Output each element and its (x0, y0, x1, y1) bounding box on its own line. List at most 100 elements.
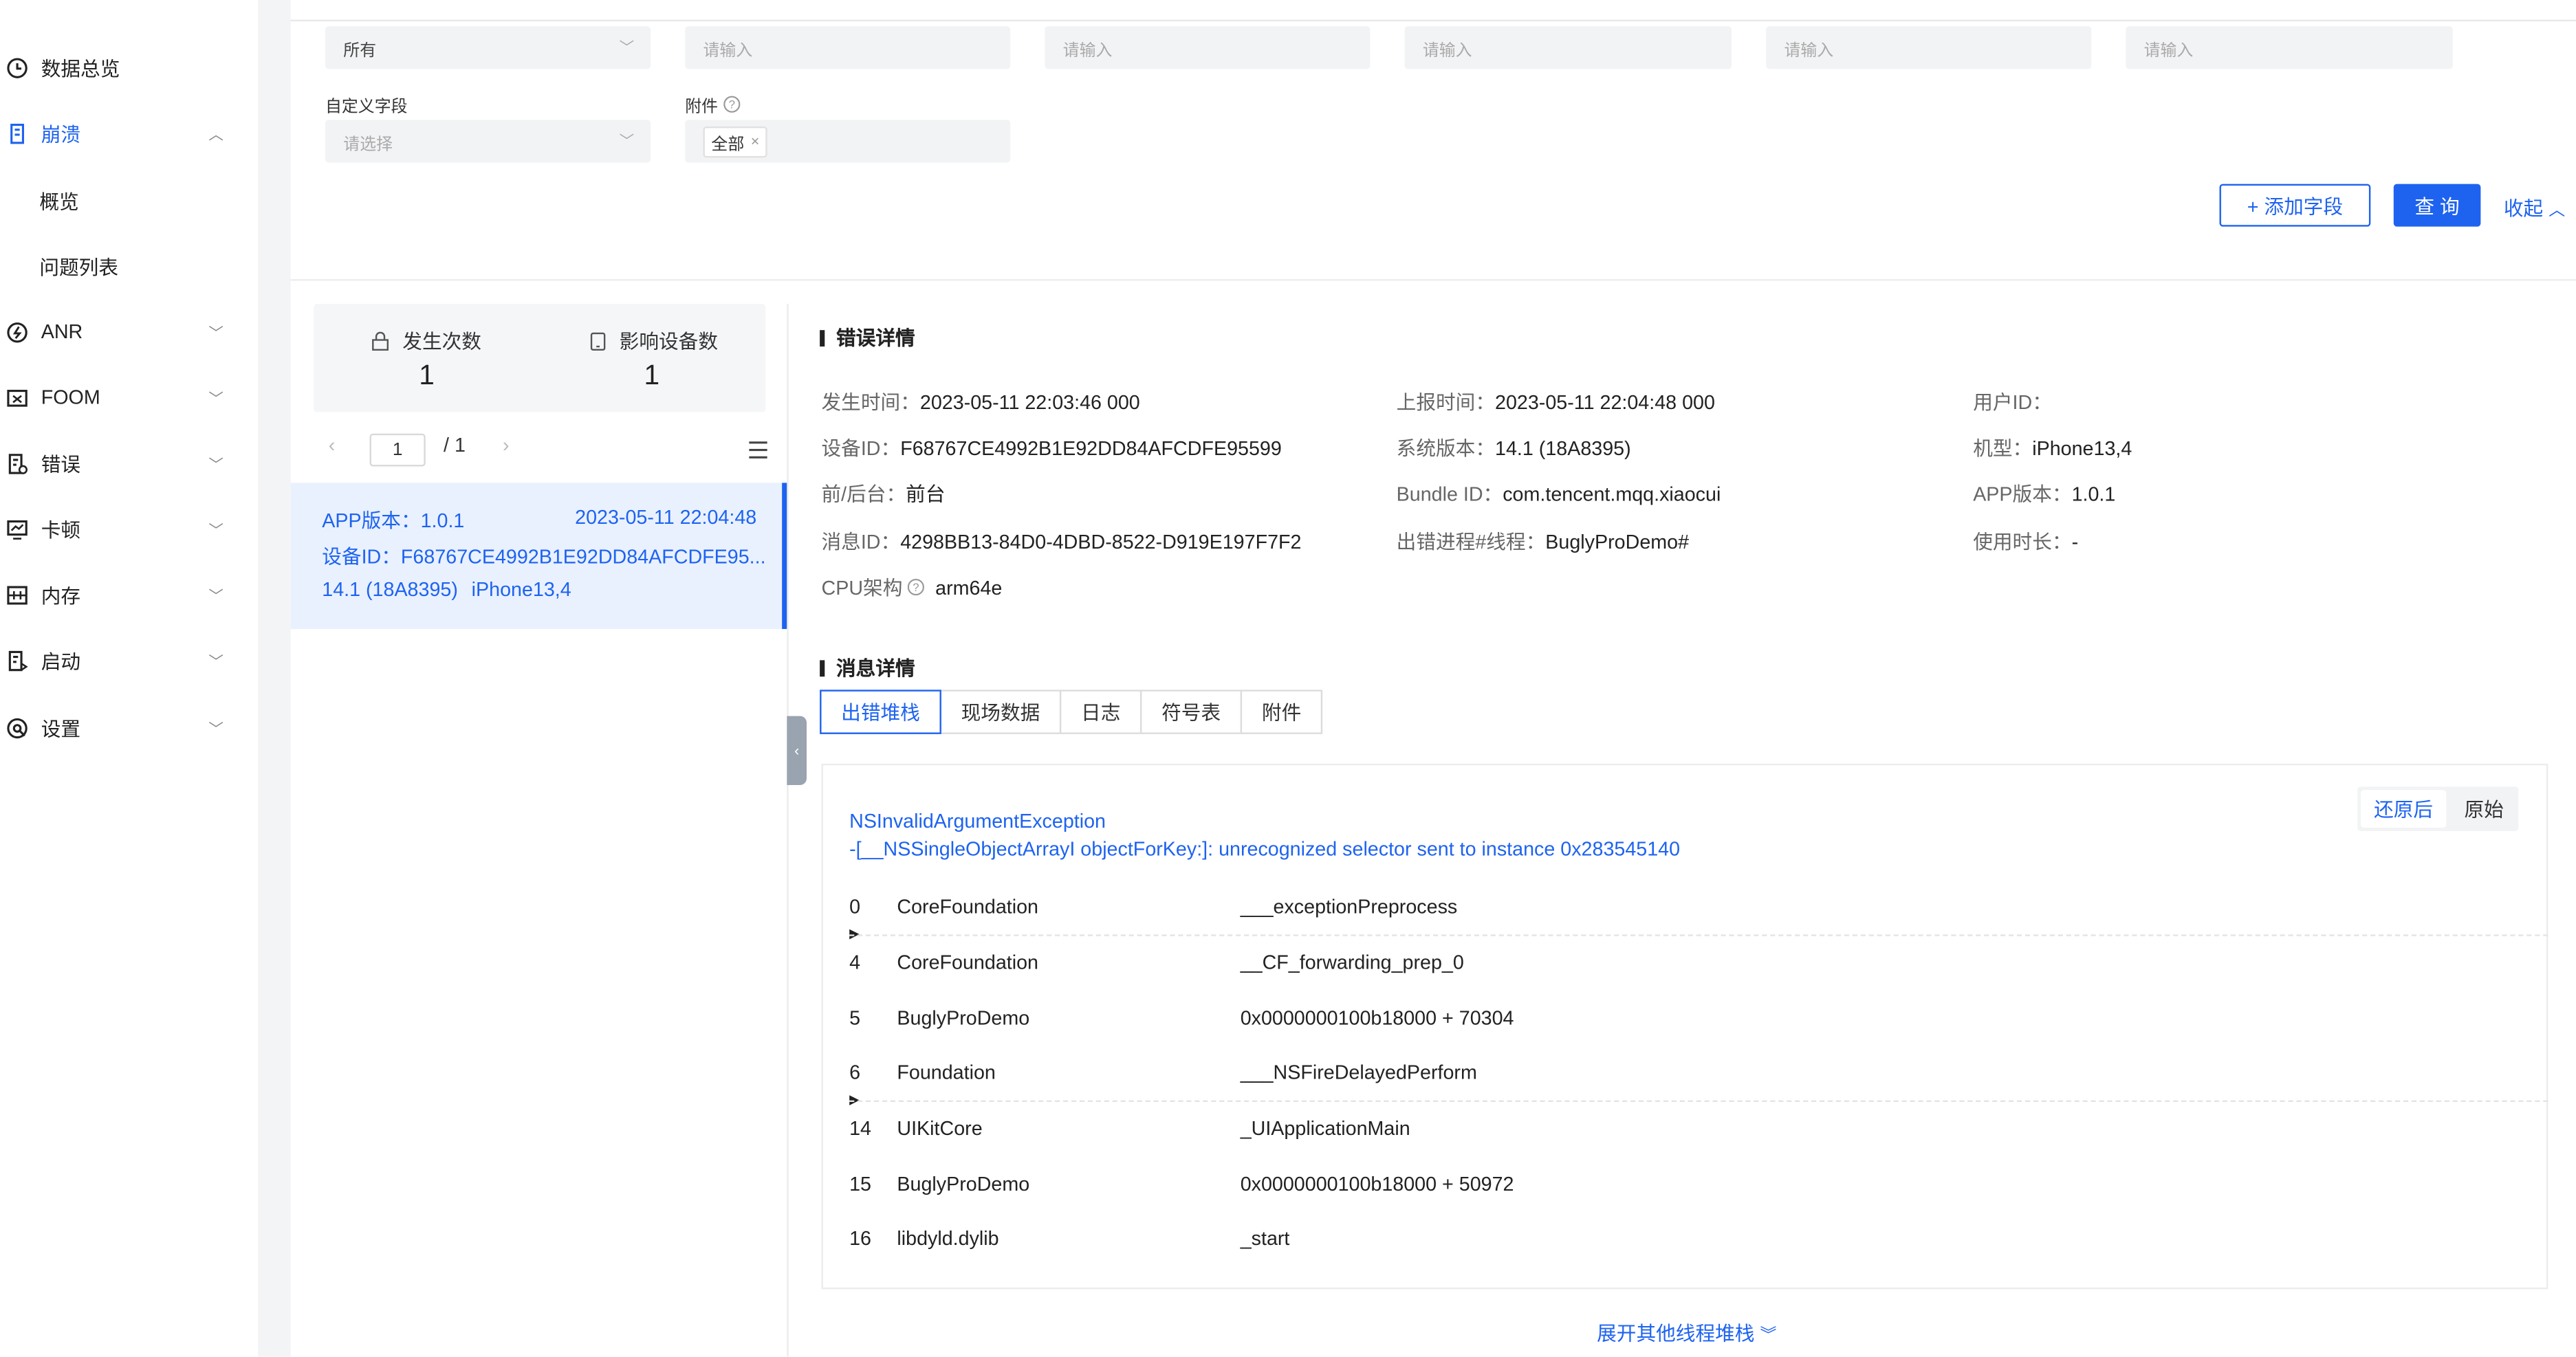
frame-index: 16 (849, 1226, 872, 1250)
tab-attachment[interactable]: 附件 (1240, 689, 1323, 734)
field-value: BuglyProDemo# (1545, 530, 1690, 554)
help-icon[interactable]: ? (723, 96, 741, 113)
tab-error-stack[interactable]: 出错堆栈 (820, 689, 941, 734)
input-placeholder: 请输入 (1062, 41, 1113, 60)
sidebar-item-anr[interactable]: ANR ﹀ (0, 299, 259, 365)
report-time: 上报时间：2023-05-11 22:04:48 000 (1397, 388, 1715, 416)
double-chevron-down-icon: ︾ (1760, 1327, 1777, 1345)
expand-other-threads-link[interactable]: 展开其他线程堆栈 ︾ (1597, 1319, 1776, 1347)
anr-icon (5, 320, 28, 343)
chevron-down-icon[interactable]: ﹀ (208, 584, 223, 605)
sidebar-item-lag[interactable]: 卡顿 ﹀ (0, 496, 259, 562)
chevron-up-icon[interactable]: ︿ (208, 122, 223, 144)
chevron-down-icon[interactable]: ﹀ (208, 321, 223, 342)
collapse-panel-handle[interactable]: ‹ (787, 716, 807, 785)
top-divider (0, 19, 2576, 22)
toggle-raw[interactable]: 原始 (2449, 786, 2518, 831)
sidebar-item-label: 数据总览 (41, 56, 120, 80)
custom-field-select[interactable]: 请选择 ﹀ (325, 120, 651, 163)
app-version: APP版本：1.0.1 (1973, 480, 2115, 508)
phone-icon (590, 331, 606, 350)
sidebar-subitem-overview[interactable]: 概览 (39, 187, 78, 215)
filter-select-all[interactable]: 所有 ﹀ (325, 26, 651, 69)
field-key: 前/后台： (821, 483, 906, 506)
field-value: 2023-05-11 22:04:48 000 (1495, 390, 1715, 415)
chevron-down-icon[interactable]: ﹀ (208, 518, 223, 540)
sidebar-item-settings[interactable]: 设置 ﹀ (0, 695, 259, 761)
tab-scene-data[interactable]: 现场数据 (939, 689, 1062, 734)
frame-symbol: 0x0000000100b18000 + 70304 (1240, 1006, 1514, 1030)
page-input[interactable]: 1 (369, 433, 426, 467)
message-id: 消息ID：4298BB13-84D0-4DBD-8522-D919E197F7F… (822, 527, 1302, 555)
sidebar-item-label: 卡顿 (41, 518, 81, 542)
sidebar-item-label: 启动 (41, 649, 81, 673)
frame-module: Foundation (897, 1061, 996, 1084)
sidebar-item-label: 崩溃 (41, 122, 81, 146)
svg-text:?: ? (913, 581, 919, 594)
chevron-down-icon[interactable]: ﹀ (208, 650, 223, 671)
help-icon[interactable]: ? (908, 578, 926, 596)
user-id: 用户ID： (1973, 388, 2052, 416)
sidebar-item-error[interactable]: 错误 ﹀ (0, 430, 259, 496)
page-total: / 1 (444, 433, 466, 457)
foreground-state: 前/后台：前台 (822, 480, 946, 508)
filter-input[interactable]: 请输入 (1404, 26, 1732, 69)
process-thread: 出错进程#线程：BuglyProDemo# (1397, 527, 1689, 555)
filter-input[interactable]: 请输入 (685, 26, 1011, 69)
frame-symbol: __CF_forwarding_prep_0 (1240, 951, 1464, 974)
exception-name: NSInvalidArgumentException (849, 809, 1106, 833)
expand-label: 展开其他线程堆栈 (1597, 1322, 1755, 1345)
chevron-down-icon[interactable]: ﹀ (208, 387, 223, 408)
add-field-button[interactable]: + 添加字段 (2219, 184, 2371, 227)
chevron-down-icon: ﹀ (619, 39, 635, 56)
crash-list-item[interactable]: APP版本：1.0.1 2023-05-11 22:04:48 设备ID：F68… (290, 483, 787, 629)
sidebar-item-foom[interactable]: FOOM ﹀ (0, 364, 259, 430)
query-button[interactable]: 查 询 (2393, 184, 2481, 227)
close-icon[interactable]: × (751, 133, 760, 150)
frame-module: CoreFoundation (897, 951, 1038, 974)
frame-symbol: ___NSFireDelayedPerform (1240, 1061, 1477, 1084)
select-placeholder: 请选择 (343, 135, 393, 154)
usage-duration: 使用时长：- (1973, 527, 2078, 555)
frame-divider (849, 934, 2548, 936)
tab-log[interactable]: 日志 (1059, 689, 1142, 734)
filter-input[interactable]: 请输入 (1045, 26, 1371, 69)
detail-tabs: 出错堆栈 现场数据 日志 符号表 附件 (820, 689, 1323, 734)
sidebar-item-overview-dashboard[interactable]: 数据总览 (0, 34, 259, 100)
clock-icon (5, 56, 28, 78)
sidebar-item-launch[interactable]: 启动 ﹀ (0, 628, 259, 694)
field-key: 系统版本： (1396, 437, 1496, 460)
filter-input[interactable]: 请输入 (2126, 26, 2453, 69)
list-item-model: iPhone13,4 (471, 577, 571, 602)
filter-input[interactable]: 请输入 (1766, 26, 2092, 69)
sidebar-subitem-issue-list[interactable]: 问题列表 (39, 253, 118, 281)
exception-reason: -[__NSSingleObjectArrayI objectForKey:]:… (849, 837, 1681, 861)
field-value: iPhone13,4 (2032, 437, 2132, 460)
sidebar-item-label: 错误 (41, 452, 81, 476)
expand-frames-icon[interactable]: ▶ (849, 1092, 860, 1107)
affected-devices-label: 影响设备数 (590, 327, 718, 355)
attachment-select[interactable]: 全部 × (685, 120, 1011, 163)
chevron-down-icon[interactable]: ﹀ (208, 717, 223, 738)
field-key: 发生时间： (821, 390, 920, 415)
collapse-link[interactable]: 收起 ︿ (2504, 194, 2565, 222)
prev-page-icon[interactable]: ‹ (329, 434, 336, 456)
field-key: 机型： (1973, 437, 2033, 460)
field-key: 消息ID： (821, 530, 901, 554)
list-menu-icon[interactable] (747, 440, 769, 460)
chevron-down-icon[interactable]: ﹀ (208, 452, 223, 474)
chevron-up-icon: ︿ (2548, 201, 2566, 221)
frame-index: 4 (849, 951, 861, 974)
attachment-label: 附件? (685, 92, 741, 117)
next-page-icon[interactable]: › (503, 434, 510, 456)
field-value: com.tencent.mqq.xiaocui (1503, 483, 1721, 506)
frame-index: 14 (849, 1116, 872, 1140)
sidebar-item-crash[interactable]: 崩溃 ︿ (0, 100, 259, 166)
tab-symbol-table[interactable]: 符号表 (1140, 689, 1243, 734)
expand-frames-icon[interactable]: ▶ (849, 926, 860, 941)
sidebar-item-memory[interactable]: 内存 ﹀ (0, 562, 259, 628)
settings-icon (5, 716, 28, 739)
foom-icon (5, 386, 28, 408)
chevron-down-icon: ﹀ (619, 133, 635, 150)
toggle-restored[interactable]: 还原后 (2360, 790, 2447, 828)
